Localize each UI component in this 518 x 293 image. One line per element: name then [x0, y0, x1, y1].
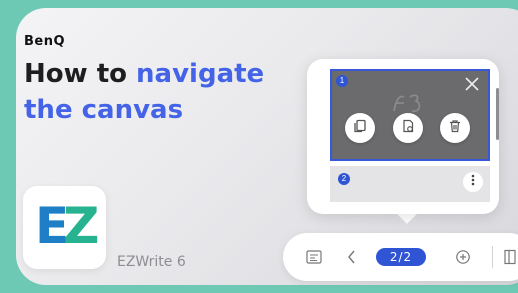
panel-toggle-button[interactable]: [504, 249, 516, 270]
export-page-button[interactable]: [393, 113, 423, 143]
ezwrite-logo: EZ: [23, 186, 106, 269]
more-vertical-icon: [471, 173, 475, 191]
delete-page-button[interactable]: [440, 113, 470, 143]
copy-page-icon: [353, 119, 367, 138]
panel-icon: [504, 249, 516, 269]
page-number-badge: 1: [336, 75, 348, 87]
app-name: EZWrite 6: [117, 254, 186, 270]
add-page-button[interactable]: [455, 249, 471, 270]
page-manager-button[interactable]: [306, 249, 322, 270]
close-icon[interactable]: [464, 76, 480, 92]
page-title: How to navigate the canvas: [24, 56, 314, 128]
toolbar-divider: [492, 246, 493, 268]
logo-letter-z: Z: [63, 197, 99, 255]
copy-page-button[interactable]: [345, 113, 375, 143]
title-part2: the canvas: [24, 95, 184, 125]
plus-circle-icon: [455, 250, 471, 269]
page-number-badge: 2: [338, 173, 350, 185]
title-accent: navigate: [136, 59, 265, 89]
popup-scrollbar[interactable]: [496, 88, 499, 140]
export-page-icon: [401, 119, 415, 138]
title-part1: How to: [24, 59, 137, 89]
trash-icon: [448, 119, 462, 138]
page-options-button[interactable]: [463, 172, 483, 192]
logo-mark: EZ: [35, 201, 99, 251]
page-manager-icon: [306, 250, 322, 269]
logo-letter-e: E: [35, 197, 69, 255]
benq-logo: BenQ: [24, 34, 66, 49]
page-indicator[interactable]: 2/2: [376, 248, 426, 266]
chevron-left-icon: [347, 250, 357, 269]
previous-page-button[interactable]: [347, 249, 357, 270]
